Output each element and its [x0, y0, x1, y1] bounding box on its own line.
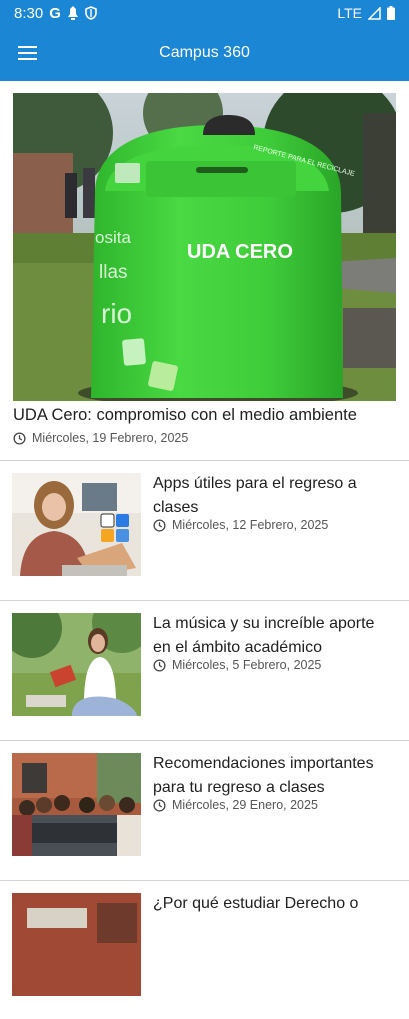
status-left: 8:30 G	[14, 5, 97, 22]
bin-side-text-3: rio	[101, 298, 132, 329]
article-thumbnail	[12, 893, 141, 996]
article-date-row: Miércoles, 5 Febrero, 2025	[153, 658, 321, 672]
featured-image: REPORTE PARA EL RECICLAJE osita llas rio…	[13, 93, 396, 401]
article-date: Miércoles, 12 Febrero, 2025	[172, 518, 329, 532]
battery-icon	[387, 6, 395, 20]
app-bar: Campus 360	[0, 26, 409, 81]
article-date: Miércoles, 29 Enero, 2025	[172, 798, 318, 812]
google-icon: G	[49, 4, 61, 22]
article-title[interactable]: ¿Por qué estudiar Derecho o	[153, 892, 393, 916]
shield-icon	[85, 6, 97, 20]
clock-icon	[13, 431, 26, 445]
bin-side-text-2: llas	[99, 262, 128, 283]
clock-icon	[153, 518, 166, 532]
article-thumbnail	[12, 473, 141, 576]
notification-icon	[67, 6, 78, 20]
featured-date: Miércoles, 19 Febrero, 2025	[32, 431, 189, 445]
status-bar: 8:30 G LTE	[0, 0, 409, 26]
status-time: 8:30	[14, 4, 44, 22]
featured-date-row: Miércoles, 19 Febrero, 2025	[13, 431, 188, 445]
clock-icon	[153, 798, 166, 812]
clock-icon	[153, 658, 166, 672]
article-thumbnail	[12, 613, 141, 716]
network-type: LTE	[337, 5, 362, 21]
status-right: LTE	[337, 5, 395, 21]
recycling-bin-photo: REPORTE PARA EL RECICLAJE osita llas rio…	[13, 93, 396, 401]
article-thumbnail	[12, 753, 141, 856]
list-item[interactable]: La música y su increíble aporte en el ám…	[0, 600, 409, 739]
article-title[interactable]: La música y su increíble aporte en el ám…	[153, 612, 393, 659]
article-date-row: Miércoles, 12 Febrero, 2025	[153, 518, 328, 532]
app-title: Campus 360	[159, 44, 250, 61]
signal-icon	[368, 6, 381, 20]
bin-logo-text: UDA CERO	[187, 241, 293, 263]
article-date-row: Miércoles, 29 Enero, 2025	[153, 798, 318, 812]
bin-side-text-1: osita	[95, 228, 131, 247]
list-item[interactable]: Recomendaciones importantes para tu regr…	[0, 740, 409, 879]
featured-title[interactable]: UDA Cero: compromiso con el medio ambien…	[13, 404, 396, 426]
article-title[interactable]: Apps útiles para el regreso a clases	[153, 472, 393, 519]
list-item[interactable]: Apps útiles para el regreso a clases Mié…	[0, 460, 409, 599]
article-date: Miércoles, 5 Febrero, 2025	[172, 658, 322, 672]
article-title[interactable]: Recomendaciones importantes para tu regr…	[153, 752, 393, 799]
featured-article[interactable]: REPORTE PARA EL RECICLAJE osita llas rio…	[0, 81, 409, 460]
list-item[interactable]: ¿Por qué estudiar Derecho o	[0, 880, 409, 1019]
